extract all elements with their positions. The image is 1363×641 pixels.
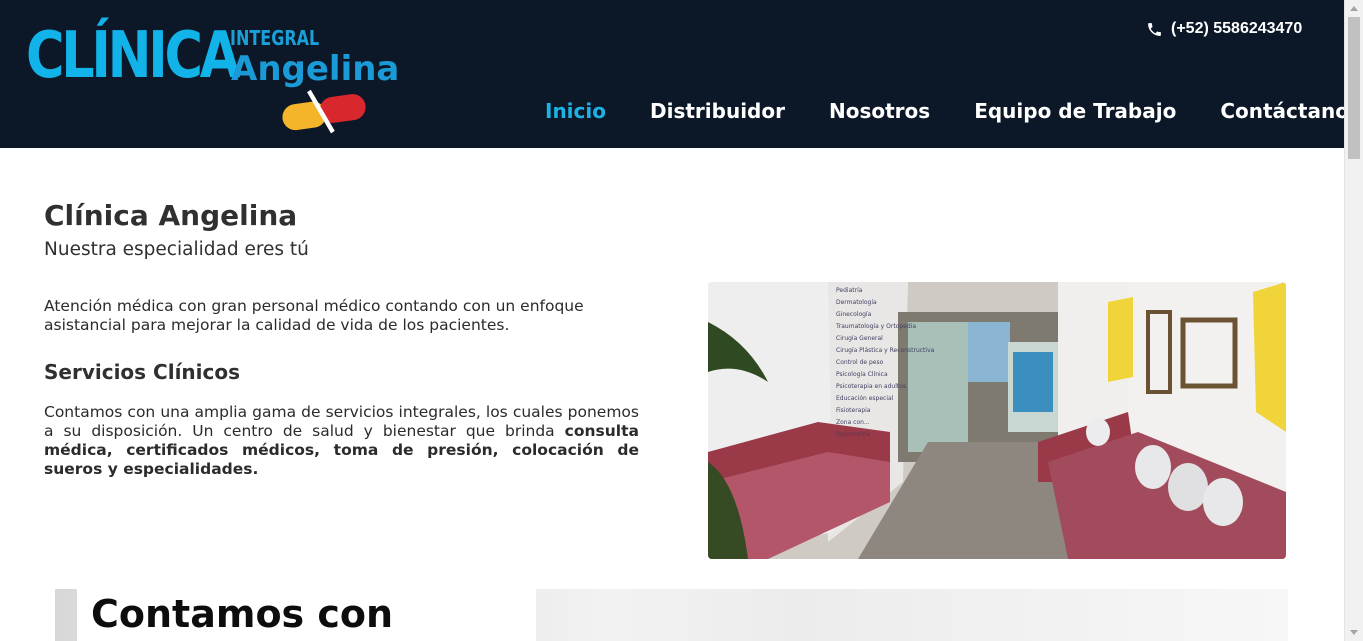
intro-paragraph: Atención médica con gran personal médico… [44, 297, 584, 334]
nav-item-inicio[interactable]: Inicio [545, 99, 606, 123]
nav-item-nosotros[interactable]: Nosotros [829, 99, 930, 123]
nav-item-distribuidor[interactable]: Distribuidor [650, 99, 785, 123]
scroll-down-arrow-icon[interactable] [1345, 624, 1363, 641]
services-banner: Contamos con [55, 589, 1288, 641]
phone-icon [1148, 22, 1161, 36]
nav-item-contactanos[interactable]: Contáctanos [1220, 99, 1361, 123]
sign-line-13: Optometría [836, 431, 871, 438]
clinic-waiting-room-photo: Pediatría Dermatología Ginecología Traum… [708, 282, 1286, 559]
banner-title: Contamos con [91, 592, 394, 636]
nav-item-equipo-de-trabajo[interactable]: Equipo de Trabajo [974, 99, 1176, 123]
pill-icon [282, 89, 366, 134]
logo-name-text: Angelina [231, 49, 400, 89]
sign-line-2: Dermatología [836, 299, 877, 306]
sign-line-10: Educación especial [836, 395, 894, 402]
sign-line-1: Pediatría [836, 287, 863, 294]
phone-contact[interactable]: (+52) 5586243470 [1146, 20, 1302, 38]
sign-line-5: Cirugía General [836, 335, 883, 342]
sign-line-4: Traumatología y Ortopedia [835, 323, 916, 330]
main-nav: Inicio Distribuidor Nosotros Equipo de T… [545, 99, 1361, 123]
phone-number: (+52) 5586243470 [1171, 20, 1303, 37]
sign-line-8: Psicología Clínica [836, 371, 888, 378]
waiting-room-illustration: Pediatría Dermatología Ginecología Traum… [708, 282, 1286, 559]
scroll-up-arrow-icon[interactable] [1345, 0, 1363, 17]
sign-line-7: Control de peso [836, 359, 884, 366]
services-heading: Servicios Clínicos [44, 360, 241, 384]
clinic-logo[interactable]: CLÍNICA INTEGRAL Angelina [24, 18, 424, 136]
logo-integral-text: INTEGRAL [230, 26, 320, 50]
sign-line-3: Ginecología [836, 311, 872, 318]
logo-main-text: CLÍNICA [26, 19, 240, 93]
services-text-plain: Contamos con una amplia gama de servicio… [44, 403, 639, 440]
page-title: Clínica Angelina [44, 199, 298, 232]
scrollbar-thumb[interactable] [1348, 17, 1360, 159]
services-paragraph: Contamos con una amplia gama de servicio… [44, 403, 639, 479]
site-header: CLÍNICA INTEGRAL Angelina (+52) 55862434… [0, 0, 1361, 148]
page-subtitle: Nuestra especialidad eres tú [44, 239, 309, 260]
sign-line-9: Psicoterapia en adultos [836, 383, 906, 390]
sign-line-11: Fisioterapia [836, 407, 871, 414]
sign-line-6: Cirugía Plástica y Reconstructiva [836, 347, 935, 354]
page-scrollbar[interactable] [1344, 0, 1363, 641]
sign-line-12: Zona con... [836, 419, 870, 426]
